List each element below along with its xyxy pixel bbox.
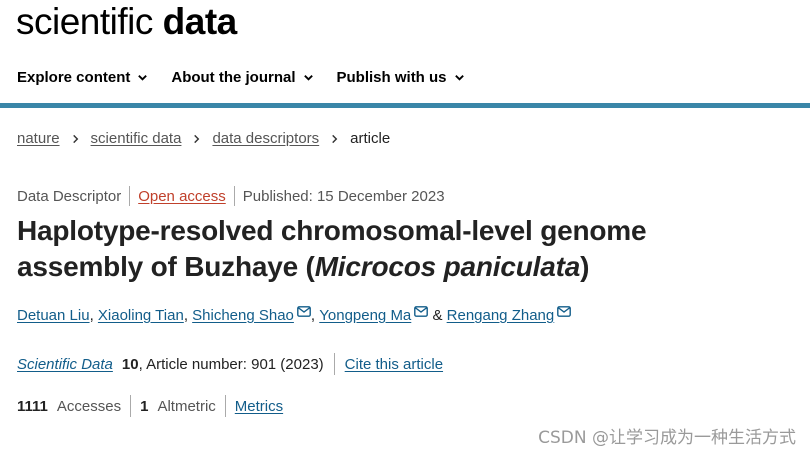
nav-publish-with-us[interactable]: Publish with us [337, 69, 465, 86]
breadcrumb-nature[interactable]: nature [17, 130, 60, 147]
author-separator: , [310, 307, 316, 324]
breadcrumb-data-descriptors[interactable]: data descriptors [212, 130, 319, 147]
author-link[interactable]: Detuan Liu [17, 307, 90, 324]
breadcrumb: nature scientific data data descriptors … [17, 130, 390, 147]
divider [333, 353, 335, 375]
mail-icon[interactable] [557, 306, 572, 317]
nav-label: Explore content [17, 68, 131, 86]
volume-number: 10 [121, 355, 139, 373]
watermark: CSDN @让学习成为一种生活方式 [538, 428, 796, 448]
chevron-down-icon [303, 74, 313, 81]
article-title: Haplotype-resolved chromosomal-level gen… [17, 213, 717, 285]
chevron-right-icon [194, 134, 200, 143]
citation-row: Scientific Data 10 , Article number: 901… [17, 353, 443, 375]
nav-label: Publish with us [336, 68, 447, 86]
author-separator: & [432, 307, 443, 324]
title-species: Microcos paniculata [314, 251, 581, 282]
author-separator: , [183, 307, 188, 324]
nav-label: About the journal [171, 68, 296, 86]
logo-regular: scientific [16, 1, 163, 42]
divider [130, 395, 132, 417]
mail-icon[interactable] [414, 306, 429, 317]
nav-about-journal[interactable]: About the journal [171, 69, 313, 86]
journal-link[interactable]: Scientific Data [17, 356, 113, 373]
published-date: Published: 15 December 2023 [242, 187, 445, 205]
journal-logo[interactable]: scientific data [16, 0, 237, 46]
article-number: , Article number: 901 (2023) [138, 355, 324, 373]
author-list: Detuan Liu, Xiaoling Tian, Shicheng Shao… [17, 306, 572, 324]
cite-this-article-link[interactable]: Cite this article [345, 356, 443, 373]
title-part2: ) [580, 251, 590, 282]
author-link[interactable]: Shicheng Shao [192, 307, 294, 324]
logo-bold: data [162, 1, 238, 42]
breadcrumb-scientific-data[interactable]: scientific data [91, 130, 182, 147]
divider [129, 186, 131, 206]
breadcrumb-current: article [350, 130, 391, 147]
author-link[interactable]: Xiaoling Tian [98, 307, 184, 324]
accesses-count: 1111 [17, 397, 48, 415]
author-separator: , [89, 307, 94, 324]
altmetric-count: 1 [140, 397, 149, 415]
header-divider [0, 103, 810, 108]
chevron-right-icon [332, 134, 338, 143]
metrics-link[interactable]: Metrics [235, 398, 283, 415]
accesses-label: Accesses [56, 397, 122, 415]
chevron-down-icon [138, 74, 148, 81]
chevron-down-icon [454, 74, 464, 81]
open-access-link[interactable]: Open access [138, 188, 226, 205]
article-metrics: 1111 Accesses 1 Altmetric Metrics [17, 395, 283, 417]
divider [233, 186, 235, 206]
nav-explore-content[interactable]: Explore content [17, 69, 148, 86]
author-link[interactable]: Yongpeng Ma [319, 307, 411, 324]
main-nav: Explore content About the journal Publis… [0, 52, 810, 102]
chevron-right-icon [72, 134, 78, 143]
mail-icon[interactable] [297, 306, 311, 317]
article-type: Data Descriptor [17, 187, 122, 205]
altmetric-label: Altmetric [157, 397, 216, 415]
author-link[interactable]: Rengang Zhang [447, 307, 555, 324]
divider [224, 395, 226, 417]
article-meta: Data Descriptor Open access Published: 1… [17, 186, 445, 206]
